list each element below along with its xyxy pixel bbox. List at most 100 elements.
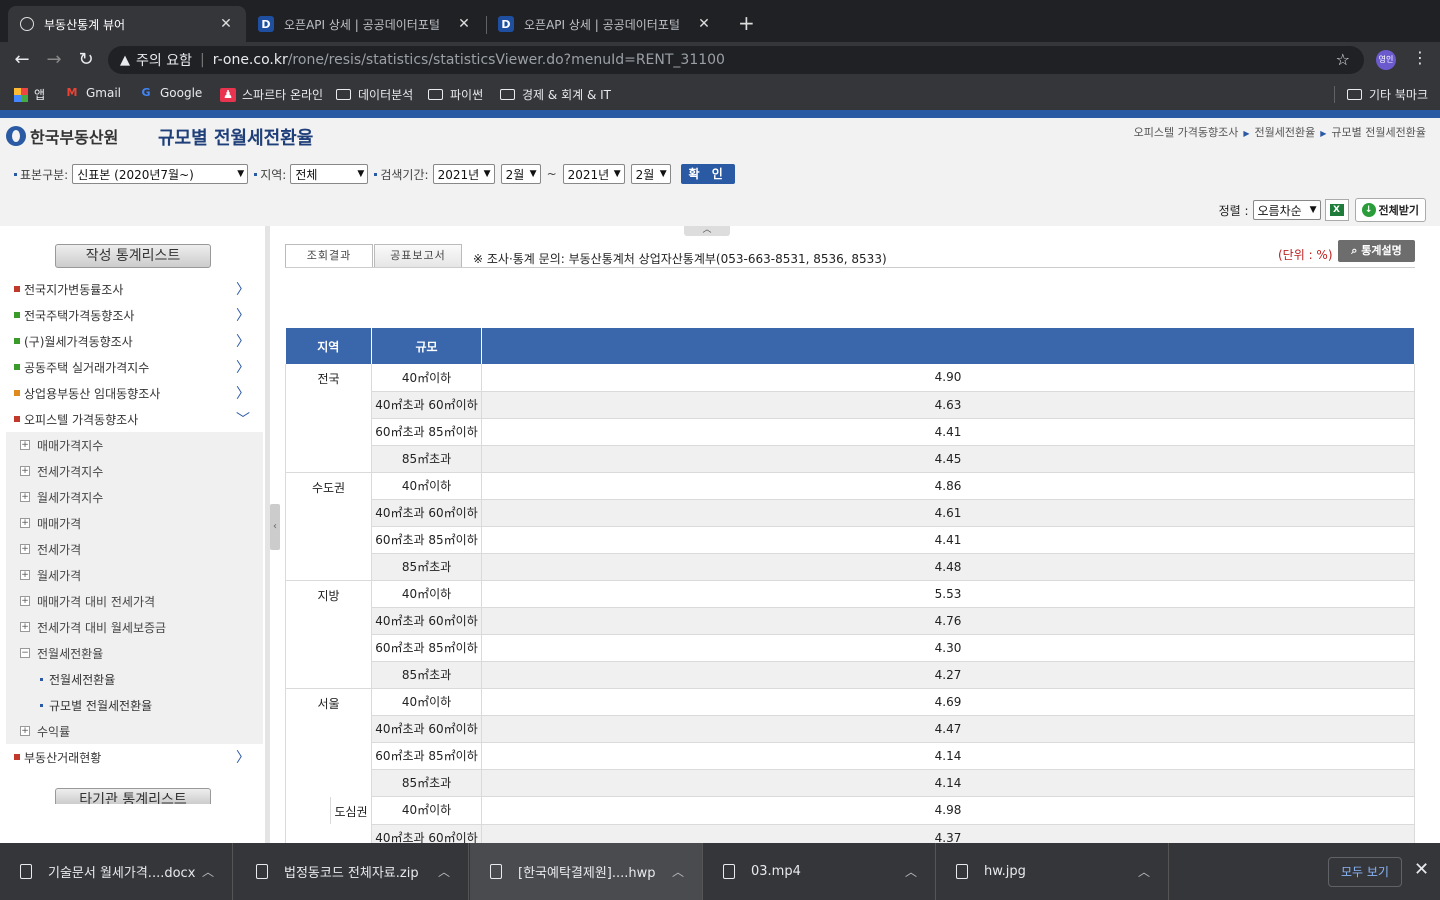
close-icon[interactable]: ✕ [1414, 859, 1429, 880]
to-month-value: 2월 [635, 167, 655, 182]
plus-box-icon: + [20, 466, 30, 476]
sidebar-title[interactable]: 작성 통계리스트 [55, 244, 211, 268]
subitem-jeonse-index[interactable]: + 전세가격지수 [20, 458, 103, 484]
bookmark-folder-python[interactable]: 파이썬 [428, 86, 483, 103]
subitem-rent-index[interactable]: + 월세가격지수 [20, 484, 103, 510]
subitem-yield[interactable]: + 수익률 [20, 718, 70, 744]
sidebar-item-commercial[interactable]: 상업용부동산 임대동향조사 〉 [14, 380, 252, 406]
bookmark-google[interactable]: G Google [138, 86, 202, 100]
tab-open-api-1[interactable]: D 오픈API 상세 | 공공데이터포털 ✕ [246, 6, 484, 42]
tab-open-api-2[interactable]: D 오픈API 상세 | 공공데이터포털 ✕ [486, 6, 724, 42]
subregion-cell: 도심권 [330, 796, 372, 824]
chevron-up-icon[interactable]: ︿ [202, 863, 232, 880]
close-tab-icon[interactable]: ✕ [218, 16, 234, 32]
excel-download-button[interactable]: X [1324, 199, 1349, 221]
bookmark-label: 파이썬 [450, 88, 484, 102]
chevron-up-icon[interactable]: ︿ [672, 863, 702, 880]
sidebar-item-transactions[interactable]: 부동산거래현황 〉 [14, 744, 252, 770]
download-item[interactable]: hw.jpg ︿ [936, 843, 1169, 900]
subitem-rent-price[interactable]: + 월세가격 [20, 562, 81, 588]
tab-statistics-viewer[interactable]: 부동산통계 뷰어 ✕ [8, 6, 246, 42]
download-all-button[interactable]: ↓ 전체받기 [1354, 198, 1426, 222]
back-icon[interactable]: ← [10, 48, 34, 72]
to-year-select[interactable]: 2021년 ▼ [562, 164, 625, 184]
size-cell: 60㎡초과 85㎡이하 [371, 634, 482, 662]
leaf-size-conversion-rate[interactable]: 규모별 전월세전환율 [40, 692, 152, 718]
breadcrumb-item[interactable]: 전월세전환율 [1255, 126, 1316, 139]
table-row: 85㎡초과 4.27 [286, 661, 1415, 689]
subitem-sale-price[interactable]: + 매매가격 [20, 510, 81, 536]
breadcrumb-arrow-icon: ▶ [1320, 129, 1327, 138]
logo-mark-icon [6, 126, 26, 146]
bookmark-label: Gmail [86, 86, 122, 100]
download-item[interactable]: 법정동코드 전체자료.zip ︿ [236, 843, 469, 900]
sidebar-item-officetel[interactable]: 오피스텔 가격동향조사 ﹀ [14, 406, 252, 432]
subitem-jeonse-ratio[interactable]: + 매매가격 대비 전세가격 [20, 588, 155, 614]
sort-select[interactable]: 오름차순 ▼ [1252, 200, 1321, 220]
to-month-select[interactable]: 2월 ▼ [630, 164, 671, 184]
sidebar-item-monthly-rent[interactable]: (구)월세가격동향조사 〉 [14, 328, 252, 354]
new-tab-icon[interactable]: + [738, 13, 755, 33]
chevron-up-icon[interactable]: ︿ [438, 863, 468, 880]
bookmark-gmail[interactable]: M Gmail [64, 86, 122, 100]
bookmark-label: 스파르타 온라인 [242, 88, 324, 102]
warning-icon: ▲ [120, 52, 130, 68]
star-icon[interactable]: ☆ [1336, 50, 1350, 69]
tab-query-result[interactable]: 조회결과 [285, 244, 373, 268]
chevron-up-icon[interactable]: ︿ [905, 863, 935, 880]
subitem-jeonse-price[interactable]: + 전세가격 [20, 536, 81, 562]
site-logo[interactable]: 한국부동산원 [6, 124, 118, 148]
bookmark-folder-economy[interactable]: 경제 & 회계 & IT [500, 86, 611, 103]
confirm-button[interactable]: 확 인 [680, 164, 735, 184]
leaf-conversion-rate[interactable]: 전월세전환율 [40, 666, 115, 692]
tab-published-report[interactable]: 공표보고서 [374, 244, 462, 268]
stats-description-button[interactable]: ⌕ 통계설명 [1338, 240, 1415, 262]
subitem-label: 매매가격 대비 전세가격 [37, 594, 156, 609]
chevron-left-icon: ‹ [273, 521, 277, 532]
close-tab-icon[interactable]: ✕ [696, 16, 712, 32]
chevron-up-icon[interactable]: ︿ [1138, 863, 1168, 880]
subitem-sale-index[interactable]: + 매매가격지수 [20, 432, 103, 458]
close-tab-icon[interactable]: ✕ [456, 16, 472, 32]
column-header-region: 지역 [285, 328, 372, 364]
region-select[interactable]: 전체 ▼ [290, 164, 369, 184]
bullet-icon [14, 286, 20, 292]
sidebar-item-housing-price[interactable]: 전국주택가격동향조사 〉 [14, 302, 252, 328]
address-bar[interactable]: ▲ 주의 요함 | r-one.co.kr/rone/resis/statist… [108, 46, 1364, 74]
plus-box-icon: + [20, 492, 30, 502]
download-item[interactable]: [한국예탁결제원]....hwp ︿ [470, 843, 703, 900]
bookmark-other[interactable]: 기타 북마크 [1334, 86, 1428, 103]
breadcrumb-item[interactable]: 오피스텔 가격동향조사 [1134, 126, 1239, 139]
sample-select[interactable]: 신표본 (2020년7월~) ▼ [72, 164, 249, 184]
profile-avatar[interactable]: 영인 [1376, 50, 1396, 70]
download-item[interactable]: 03.mp4 ︿ [703, 843, 936, 900]
reload-icon[interactable]: ↻ [74, 48, 98, 72]
size-cell: 85㎡초과 [371, 661, 482, 689]
bookmark-apps[interactable]: 앱 [14, 86, 45, 103]
from-year-select[interactable]: 2021년 ▼ [432, 164, 495, 184]
show-all-button[interactable]: 모두 보기 [1328, 857, 1402, 887]
subitem-deposit-ratio[interactable]: + 전세가격 대비 월세보증금 [20, 614, 166, 640]
bookmark-sparta[interactable]: ♟ 스파르타 온라인 [220, 86, 323, 103]
image-file-icon [956, 864, 968, 879]
download-filename: hw.jpg [984, 864, 1026, 879]
download-item[interactable]: 기술문서 월세가격....docx ︿ [0, 843, 233, 900]
breadcrumb-item[interactable]: 규모별 전월세전환율 [1331, 126, 1426, 139]
sidebar-item-apartment-index[interactable]: 공동주택 실거래가격지수 〉 [14, 354, 252, 380]
sidebar-collapse-handle[interactable]: ‹ [270, 504, 280, 550]
value-cell: 4.37 [481, 824, 1415, 843]
globe-icon [20, 17, 34, 31]
size-cell: 85㎡초과 [371, 445, 482, 473]
from-month-select[interactable]: 2월 ▼ [500, 164, 541, 184]
kebab-menu-icon[interactable]: ⋮ [1412, 48, 1428, 67]
table-row: 40㎡초과 60㎡이하 4.76 [286, 607, 1415, 635]
subitem-conversion-rate[interactable]: − 전월세전환율 [20, 640, 103, 666]
sidebar-item-land-price[interactable]: 전국지가변동률조사 〉 [14, 276, 252, 302]
table-row: 60㎡초과 85㎡이하 4.30 [286, 634, 1415, 662]
value-cell: 4.41 [481, 418, 1415, 446]
forward-icon[interactable]: → [42, 48, 66, 72]
gmail-icon: M [66, 86, 78, 99]
other-stats-title[interactable]: 타기관 통계리스트 [55, 788, 211, 804]
subitem-label: 매매가격 [37, 516, 82, 531]
bookmark-folder-data[interactable]: 데이터분석 [336, 86, 413, 103]
